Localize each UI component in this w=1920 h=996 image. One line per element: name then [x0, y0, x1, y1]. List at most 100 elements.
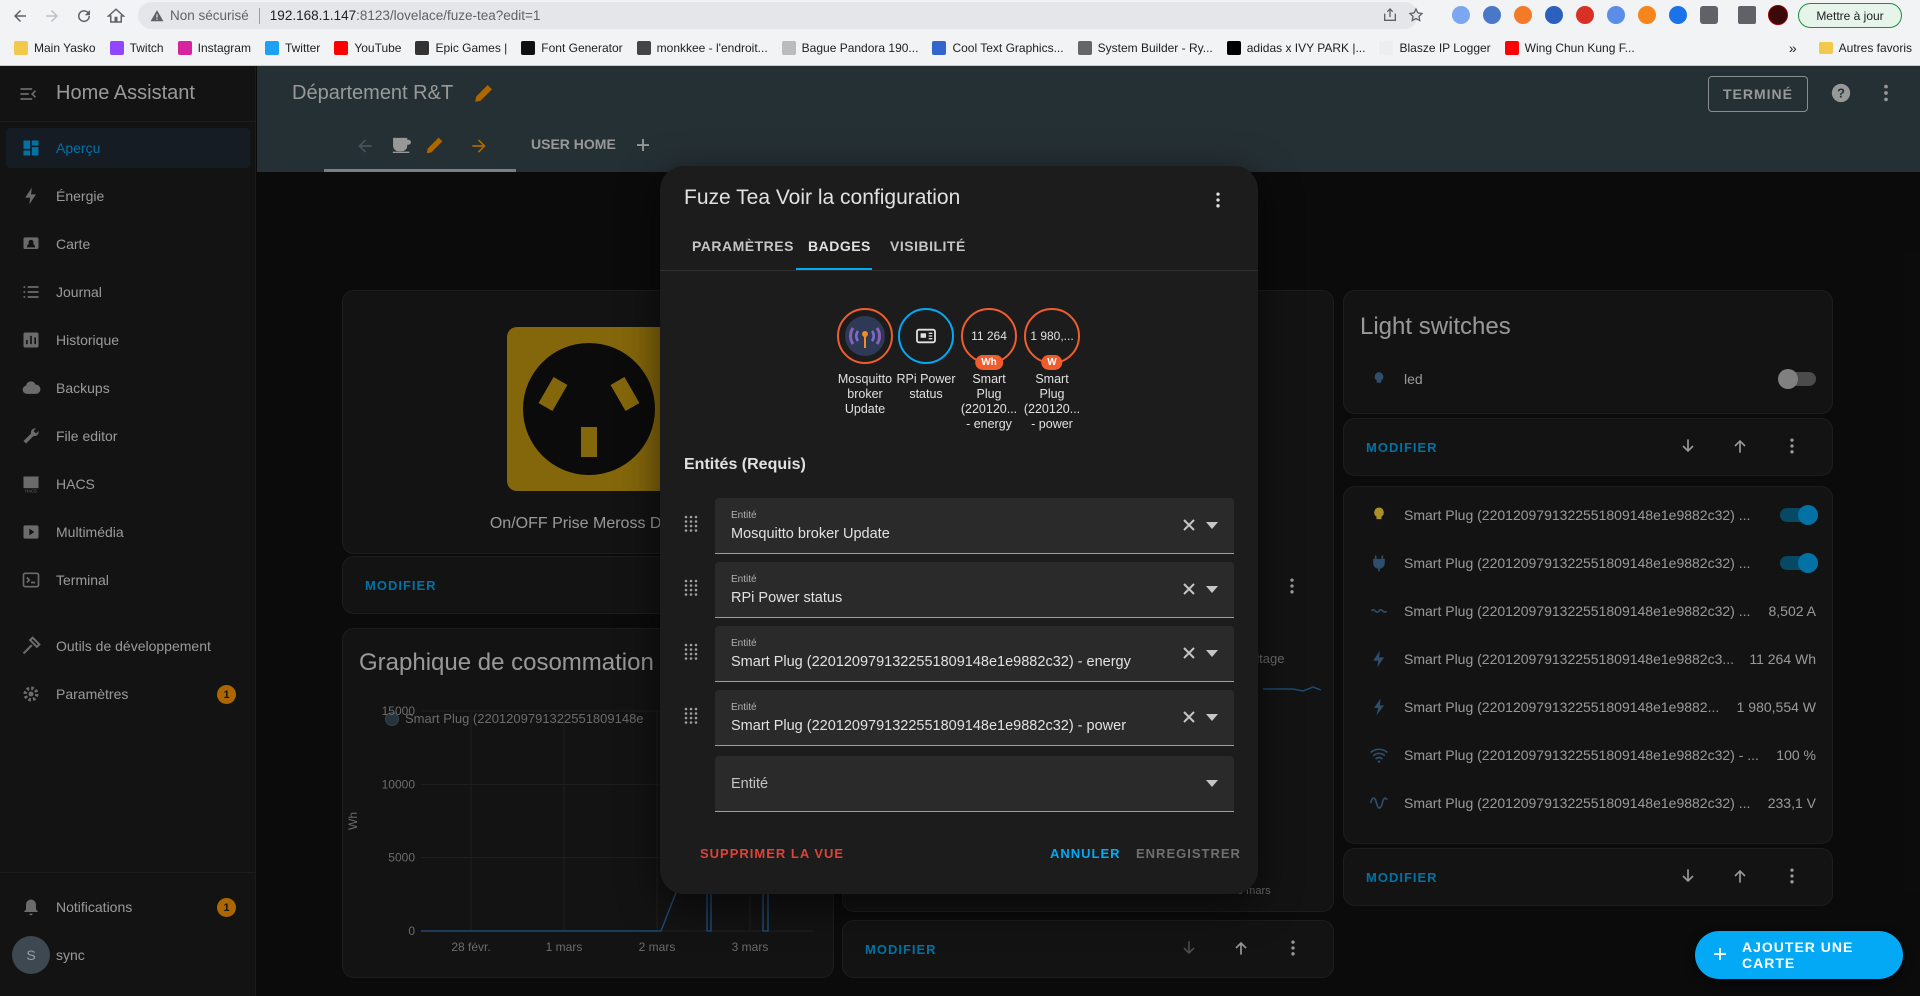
share-icon[interactable] [1382, 7, 1398, 23]
entity-field-value: Mosquitto broker Update [731, 526, 890, 542]
bookmark-item[interactable]: Epic Games | [415, 41, 507, 55]
bookmark-item[interactable]: Font Generator [521, 41, 623, 55]
bookmark-item[interactable]: Cool Text Graphics... [932, 41, 1064, 55]
entity-picker-row: Entité Smart Plug (2201209791322551809148… [684, 626, 1234, 682]
bookmarks-overflow-icon[interactable]: » [1789, 40, 1797, 56]
clear-icon[interactable] [1182, 710, 1196, 724]
metamask-icon[interactable] [1638, 6, 1656, 24]
extension-icon[interactable] [1607, 6, 1625, 24]
bookmark-item[interactable]: Twitter [264, 41, 321, 55]
tabs-divider [660, 270, 1258, 271]
drag-handle-icon[interactable] [684, 514, 698, 534]
tab-visibilite[interactable]: VISIBILITÉ [890, 238, 966, 254]
clear-icon[interactable] [1182, 518, 1196, 532]
extension-icon[interactable] [1545, 6, 1563, 24]
tab-badges[interactable]: BADGES [808, 238, 871, 254]
extension-icon[interactable] [1452, 6, 1470, 24]
bookmark-item[interactable]: Wing Chun Kung F... [1504, 41, 1635, 55]
puzzle-icon[interactable] [1700, 6, 1718, 24]
entity-picker-empty: Entité [684, 756, 1234, 812]
bookmark-favicon-icon [1226, 41, 1241, 55]
entity-field-label: Entité [731, 510, 757, 521]
bookmark-label: Bague Pandora 190... [801, 41, 919, 55]
extension-icon[interactable] [1483, 6, 1501, 24]
drag-handle-icon[interactable] [684, 642, 698, 662]
bookmark-item[interactable]: System Builder - Ry... [1077, 41, 1213, 55]
tab-parametres[interactable]: PARAMÈTRES [692, 238, 794, 254]
more-vert-icon[interactable] [1208, 190, 1228, 210]
bookmark-label: adidas x IVY PARK |... [1246, 41, 1366, 55]
bookmark-favicon-icon [177, 41, 192, 55]
dropdown-arrow-icon[interactable] [1206, 522, 1218, 530]
other-bookmarks[interactable]: » Autres favoris [1789, 36, 1912, 60]
badge-label: Smart Plug (220120... - energy [960, 372, 1018, 431]
other-bookmarks-label[interactable]: Autres favoris [1839, 41, 1912, 55]
dropdown-arrow-icon[interactable] [1206, 586, 1218, 594]
entity-field-value: Smart Plug (2201209791322551809148e1e988… [731, 718, 1127, 734]
entity-combobox[interactable]: Entité RPi Power status [715, 562, 1234, 618]
bookmark-label: Instagram [197, 41, 251, 55]
bookmark-item[interactable]: Instagram [177, 41, 251, 55]
bookmark-item[interactable]: YouTube [334, 41, 401, 55]
url-text: 192.168.1.147:8123/lovelace/fuze-tea?edi… [270, 8, 541, 23]
bookmark-item[interactable]: Blasze IP Logger [1379, 41, 1491, 55]
bookmark-item[interactable]: Bague Pandora 190... [781, 41, 919, 55]
back-icon[interactable] [8, 4, 32, 28]
bookmark-favicon-icon [1504, 41, 1519, 55]
bookmark-label: Twitter [284, 41, 321, 55]
dropdown-arrow-icon[interactable] [1206, 714, 1218, 722]
add-card-label: AJOUTER UNE CARTE [1742, 939, 1854, 971]
badge-power[interactable]: 1 980,... W Smart Plug (220120... - powe… [1022, 308, 1082, 432]
home-icon[interactable] [104, 4, 128, 28]
view-config-dialog: Fuze Tea Voir la configuration PARAMÈTRE… [660, 166, 1258, 894]
bookmark-label: monkkee - l'endroit... [656, 41, 768, 55]
dialog-title: Fuze Tea Voir la configuration [684, 186, 961, 209]
browser-navbar: Non sécurisé 192.168.1.147:8123/lovelace… [0, 0, 1920, 32]
badge-circle [837, 308, 893, 364]
bookmark-item[interactable]: Twitch [109, 41, 164, 55]
add-card-button[interactable]: + AJOUTER UNE CARTE [1695, 931, 1903, 979]
extension-icon[interactable] [1576, 6, 1594, 24]
bookmark-favicon-icon [521, 41, 536, 55]
save-button[interactable]: ENREGISTRER [1136, 846, 1241, 861]
clear-icon[interactable] [1182, 646, 1196, 660]
forward-icon[interactable] [40, 4, 64, 28]
badge-circle: 1 980,... W [1024, 308, 1080, 370]
bookmark-item[interactable]: adidas x IVY PARK |... [1226, 41, 1366, 55]
bookmark-favicon-icon [14, 41, 28, 55]
cancel-button[interactable]: ANNULER [1050, 846, 1121, 861]
update-button[interactable]: Mettre à jour [1798, 3, 1902, 28]
badge-energy[interactable]: 11 264 Wh Smart Plug (220120... - energy [959, 308, 1019, 432]
drag-handle-icon[interactable] [684, 706, 698, 726]
drag-handle-icon[interactable] [684, 578, 698, 598]
entity-picker-row: Entité RPi Power status [684, 562, 1234, 618]
dropdown-arrow-icon[interactable] [1206, 780, 1218, 788]
clear-icon[interactable] [1182, 582, 1196, 596]
bookmark-item[interactable]: Main Yasko [14, 41, 96, 55]
extension-icon[interactable] [1669, 6, 1687, 24]
bookmark-label: System Builder - Ry... [1097, 41, 1213, 55]
delete-view-button[interactable]: SUPPRIMER LA VUE [700, 846, 844, 861]
bookmark-label: Main Yasko [34, 41, 96, 55]
bookmark-label: Epic Games | [435, 41, 508, 55]
plus-icon: + [1713, 941, 1729, 968]
mosquitto-icon [845, 316, 885, 356]
bookmark-label: Blasze IP Logger [1399, 41, 1491, 55]
bookmark-item[interactable]: monkkee - l'endroit... [636, 41, 768, 55]
entity-combobox[interactable]: Entité Smart Plug (2201209791322551809148… [715, 690, 1234, 746]
entity-combobox-empty[interactable]: Entité [715, 756, 1234, 812]
extension-icon[interactable] [1514, 6, 1532, 24]
bookmark-favicon-icon [781, 41, 796, 55]
sidepanel-icon[interactable] [1738, 6, 1756, 24]
badge-mosquitto[interactable]: Mosquitto broker Update [835, 308, 895, 417]
bookmark-star-icon[interactable] [1408, 7, 1424, 23]
badge-rpi-power[interactable]: RPi Power status [896, 308, 956, 402]
reload-icon[interactable] [72, 4, 96, 28]
address-bar[interactable]: Non sécurisé 192.168.1.147:8123/lovelace… [138, 2, 1424, 29]
dropdown-arrow-icon[interactable] [1206, 650, 1218, 658]
badge-circle [898, 308, 954, 364]
entity-combobox[interactable]: Entité Mosquitto broker Update [715, 498, 1234, 554]
entity-combobox[interactable]: Entité Smart Plug (2201209791322551809148… [715, 626, 1234, 682]
profile-avatar[interactable] [1768, 5, 1788, 25]
warning-icon[interactable] [150, 9, 164, 23]
